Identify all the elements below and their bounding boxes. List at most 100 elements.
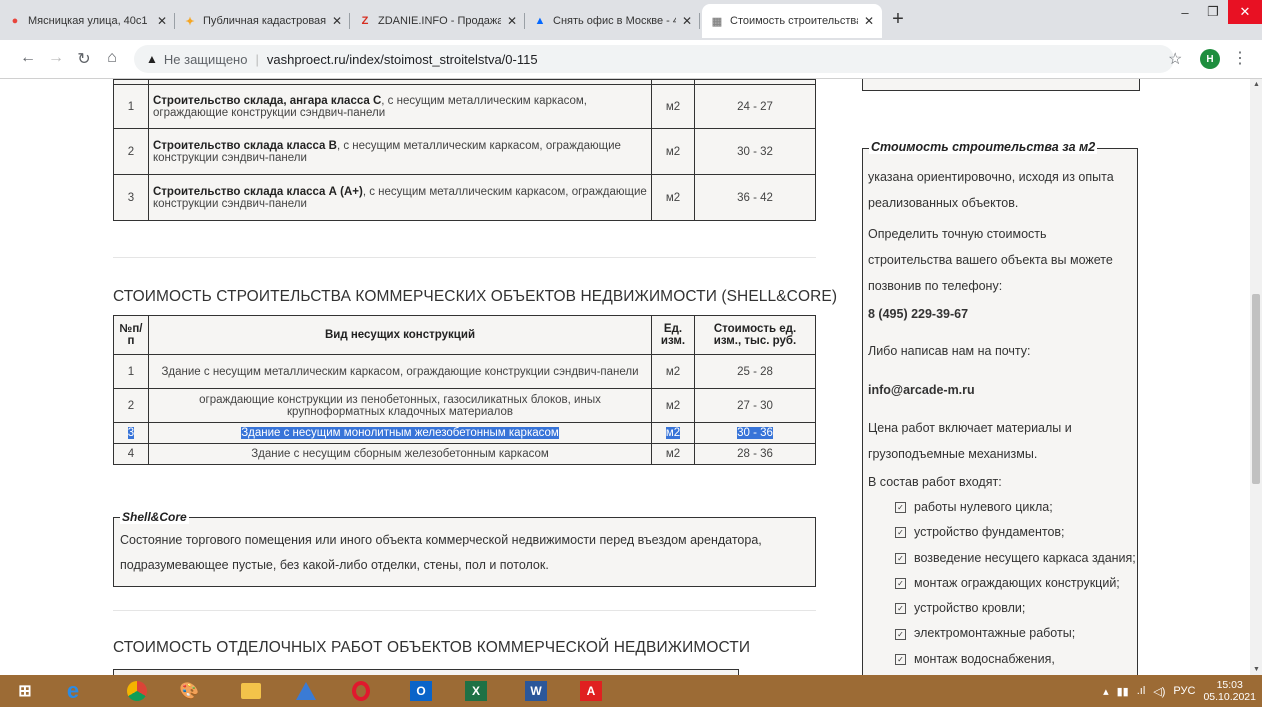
works-list: ✓ работы нулевого цикла; ✓ устройство фунд… — [895, 495, 1136, 672]
list-item: ✓ устройство кровли; — [895, 596, 1136, 621]
section-title-shellcore: СТОИМОСТЬ СТРОИТЕЛЬСТВА КОММЕРЧЕСКИХ ОБЪ… — [113, 288, 838, 305]
table-row: 2 Строительство склада класса В, с несущ… — [113, 128, 816, 175]
tray-chevron-icon[interactable]: ▴ — [1103, 685, 1109, 698]
site-favicon: ▦ — [711, 15, 723, 28]
checkbox-icon: ✓ — [895, 578, 906, 590]
signal-icon[interactable]: .ıl — [1137, 685, 1146, 697]
divider — [113, 257, 816, 258]
language-indicator[interactable]: РУС — [1173, 685, 1195, 697]
tab-title: Снять офис в Москве - 405 об — [553, 15, 676, 27]
windows-start-icon[interactable]: ⊞ — [4, 677, 46, 705]
acrobat-icon[interactable]: A — [570, 677, 612, 705]
row-unit: м2 — [651, 443, 695, 465]
url-text: vashproect.ru/index/stoimost_stroitelstv… — [266, 51, 538, 67]
header-type: Вид несущих конструкций — [148, 315, 652, 355]
archicad-icon[interactable] — [285, 677, 327, 705]
row-unit: м2 — [651, 84, 695, 129]
sidebar-legend: Стоимость строительства за м2 — [869, 140, 1098, 154]
selection: 3 — [127, 427, 135, 439]
chrome-icon[interactable] — [116, 677, 158, 705]
outlook-icon[interactable]: O — [400, 677, 442, 705]
row-description: Строительство склада класса А (А+), с не… — [148, 174, 652, 221]
close-window-button[interactable]: ✕ — [1228, 0, 1262, 24]
reload-icon[interactable]: ↻ — [74, 49, 94, 69]
sidebar-text: В состав работ входят: — [868, 475, 1002, 489]
selection: Здание с несущим монолитным железобетонн… — [241, 427, 559, 439]
scrollbar-thumb[interactable] — [1252, 294, 1260, 484]
bookmark-star-icon[interactable]: ☆ — [1168, 49, 1182, 69]
tab-active-cost[interactable]: ▦ Стоимость строительства | Цен ✕ — [702, 4, 882, 38]
scroll-up-icon[interactable]: ▲ — [1253, 81, 1260, 88]
network-icon[interactable]: ▮▮ — [1117, 685, 1129, 698]
shellcore-definition-box: Shell&Core Состояние торгового помещения… — [113, 510, 816, 587]
selection: м2 — [665, 427, 681, 439]
sidebar-email[interactable]: info@arcade-m.ru — [868, 377, 1131, 403]
close-tab-icon[interactable]: ✕ — [864, 14, 874, 28]
list-item-label: работы нулевого цикла; — [914, 500, 1053, 514]
row-number: 3 — [113, 174, 149, 221]
scroll-down-icon[interactable]: ▼ — [1253, 666, 1260, 673]
paint-icon[interactable]: 🎨 — [168, 677, 210, 705]
back-icon[interactable]: ← — [18, 49, 38, 67]
table-row: 2 ограждающие конструкции из пенобетонны… — [113, 388, 816, 423]
row-title: Строительство склада класса А (А+) — [153, 185, 363, 198]
home-icon[interactable]: ⌂ — [102, 49, 122, 67]
system-tray: ▴ ▮▮ .ıl ◁) РУС 15:03 05.10.2021 — [1103, 679, 1256, 703]
close-tab-icon[interactable]: ✕ — [332, 14, 342, 28]
z-logo-icon: Z — [361, 15, 369, 27]
checkbox-icon: ✓ — [895, 502, 906, 514]
list-item-label: монтаж ограждающих конструкций; — [914, 575, 1120, 590]
new-tab-button[interactable]: + — [886, 8, 910, 31]
row-description: Здание с несущим металлическим каркасом,… — [148, 354, 652, 389]
table-row: 1 Строительство склада, ангара класса С,… — [113, 84, 816, 129]
clock[interactable]: 15:03 05.10.2021 — [1203, 679, 1256, 703]
forward-icon[interactable]: → — [46, 49, 66, 67]
row-title: Строительство склада, ангара класса С — [153, 94, 382, 107]
close-tab-icon[interactable]: ✕ — [682, 14, 692, 28]
list-item-label: возведение несущего каркаса здания; — [914, 550, 1136, 565]
row-description: Строительство склада класса В, с несущим… — [148, 128, 652, 175]
menu-kebab-icon[interactable]: ⋮ — [1232, 48, 1248, 68]
divider — [113, 610, 816, 611]
divider: | — [255, 51, 259, 67]
browser-toolbar: ← → ↻ ⌂ ▲ Не защищено | vashproect.ru/in… — [0, 40, 1262, 79]
ie-icon[interactable]: e — [52, 677, 94, 705]
tab-map[interactable]: ● Мясницкая улица, 40с1 на кар ✕ — [0, 4, 175, 38]
tab-cadastre[interactable]: ✦ Публичная кадастровая карта ✕ — [175, 4, 350, 38]
shellcore-table: №п/п Вид несущих конструкций Ед. изм. Ст… — [113, 315, 816, 465]
explorer-icon[interactable] — [230, 677, 272, 705]
profile-avatar[interactable]: Н — [1200, 49, 1220, 69]
list-item: ✓ монтаж ограждающих конструкций; — [895, 571, 1136, 596]
volume-icon[interactable]: ◁) — [1153, 685, 1165, 698]
tab-zdanie[interactable]: Z ZDANIE.INFO - Продажа особн ✕ — [350, 4, 525, 38]
maximize-button[interactable]: ❐ — [1200, 0, 1226, 24]
opera-icon[interactable] — [340, 677, 382, 705]
sidebar-text: Цена работ включает материалы и грузопод… — [868, 421, 1072, 461]
checkbox-icon: ✓ — [895, 552, 906, 564]
address-bar[interactable]: ▲ Не защищено | vashproect.ru/index/stoi… — [134, 45, 1174, 73]
row-price: 30 - 32 — [694, 128, 816, 175]
sidebar-text: указана ориентировочно, исходя из опыта … — [868, 170, 1114, 210]
tab-strip: ● Мясницкая улица, 40с1 на кар ✕ ✦ Публи… — [0, 0, 1262, 40]
sidebar-phone[interactable]: 8 (495) 229-39-67 — [868, 301, 1131, 327]
page-scrollbar[interactable]: ▲ ▼ — [1250, 79, 1262, 675]
tab-cian[interactable]: ▲ Снять офис в Москве - 405 об ✕ — [525, 4, 700, 38]
excel-icon[interactable]: X — [455, 677, 497, 705]
close-tab-icon[interactable]: ✕ — [507, 14, 517, 28]
checkbox-icon: ✓ — [895, 603, 906, 615]
row-number: 2 — [113, 388, 149, 423]
row-unit: м2 — [651, 354, 695, 389]
cian-icon: ▲ — [534, 15, 546, 27]
tab-title: Стоимость строительства | Цен — [730, 15, 858, 27]
list-item-label: устройство кровли; — [914, 601, 1026, 616]
word-icon[interactable]: W — [515, 677, 557, 705]
row-unit: м2 — [651, 174, 695, 221]
close-tab-icon[interactable]: ✕ — [157, 14, 167, 28]
clock-date: 05.10.2021 — [1203, 691, 1256, 703]
tab-title: Публичная кадастровая карта — [203, 15, 326, 27]
sidebar-cost-box: Стоимость строительства за м2 указана ор… — [862, 140, 1138, 675]
warning-icon: ▲ — [146, 52, 158, 66]
row-number: 1 — [113, 354, 149, 389]
row-description: Здание с несущим сборным железобетонным … — [148, 443, 652, 465]
minimize-button[interactable]: – — [1172, 0, 1198, 24]
